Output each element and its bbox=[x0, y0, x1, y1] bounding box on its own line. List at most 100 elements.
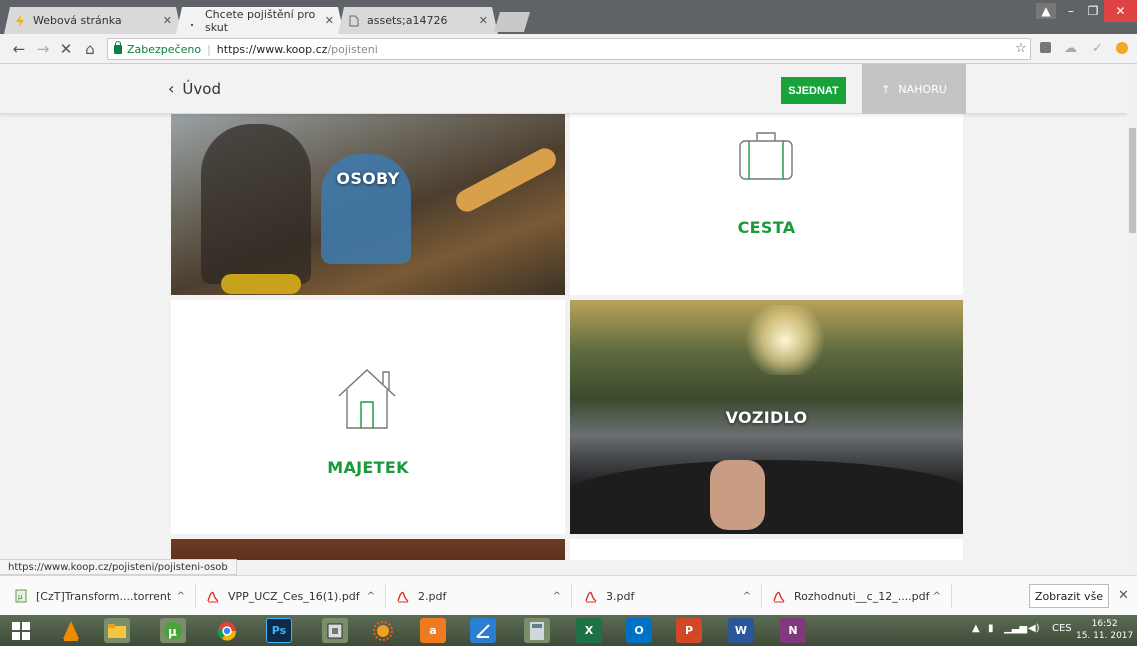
tile-partial-left[interactable] bbox=[171, 539, 565, 560]
clock-time: 16:52 bbox=[1091, 619, 1118, 629]
download-filename: 2.pdf bbox=[418, 589, 447, 603]
nahoru-label: NAHORU bbox=[898, 82, 947, 96]
window-close-button[interactable]: ✕ bbox=[1104, 0, 1137, 22]
forward-arrow-icon[interactable]: → bbox=[34, 40, 52, 58]
tab-koop-pojisteni[interactable]: Chcete pojištění pro skut ✕ bbox=[176, 7, 344, 34]
separator: | bbox=[207, 42, 211, 56]
pdf-tool-icon[interactable] bbox=[470, 618, 496, 643]
svg-text:µ: µ bbox=[18, 593, 23, 601]
tile-label-osoby: OSOBY bbox=[336, 169, 400, 188]
network-icon[interactable]: ▮ bbox=[988, 623, 994, 634]
chevron-left-icon: ‹ bbox=[168, 79, 175, 98]
signal-icon[interactable]: ▁▃▅ bbox=[1004, 623, 1027, 634]
word-icon[interactable]: W bbox=[728, 618, 754, 643]
loading-icon bbox=[186, 15, 198, 27]
alert-icon[interactable] bbox=[1116, 42, 1128, 54]
download-filename: 3.pdf bbox=[606, 589, 635, 603]
secure-indicator[interactable]: Zabezpečeno bbox=[114, 40, 202, 56]
scrollbar-thumb[interactable] bbox=[1129, 128, 1136, 233]
url-path: /pojisteni bbox=[327, 42, 378, 56]
pdf-file-icon bbox=[772, 589, 786, 603]
page-top-bar: ‹ Úvod SJEDNAT ↑ NAHORU bbox=[0, 64, 1127, 114]
profile-icon[interactable]: ▲ bbox=[1036, 3, 1056, 19]
chevron-up-icon[interactable]: ^ bbox=[933, 591, 941, 602]
back-arrow-icon[interactable]: ← bbox=[10, 40, 28, 58]
pdf-file-icon bbox=[584, 589, 598, 603]
maximize-button[interactable]: ❐ bbox=[1082, 0, 1104, 22]
vlc-icon[interactable] bbox=[58, 618, 84, 643]
powerpoint-icon[interactable]: P bbox=[676, 618, 702, 643]
close-icon[interactable]: ✕ bbox=[479, 14, 488, 27]
house-icon bbox=[335, 364, 399, 434]
new-tab-button[interactable] bbox=[494, 12, 530, 32]
download-item[interactable]: 3.pdf ^ bbox=[578, 584, 762, 608]
outlook-icon[interactable]: O bbox=[626, 618, 652, 643]
pdf-file-icon bbox=[396, 589, 410, 603]
stop-icon[interactable]: ✕ bbox=[57, 40, 75, 58]
avast-icon[interactable]: a bbox=[420, 618, 446, 643]
download-bar: µ [CzT]Transform....torrent ^ VPP_UCZ_Ce… bbox=[0, 575, 1137, 615]
tab-webova-stranka[interactable]: Webová stránka ✕ bbox=[4, 7, 182, 34]
extension-icon[interactable] bbox=[1040, 42, 1051, 53]
close-icon[interactable]: ✕ bbox=[1118, 588, 1129, 603]
show-all-downloads-button[interactable]: Zobrazit vše bbox=[1029, 584, 1109, 608]
windows-start-icon[interactable] bbox=[8, 618, 34, 643]
onenote-icon[interactable]: N bbox=[780, 618, 806, 643]
tab-label: Chcete pojištění pro skut bbox=[205, 7, 316, 34]
status-url: https://www.koop.cz/pojisteni/pojisteni-… bbox=[0, 559, 237, 575]
windows-taskbar: µ Ps a X O P W N ▲ ▮ ▁▃▅ ◀) CES 16:52 15… bbox=[0, 615, 1137, 646]
torrent-file-icon: µ bbox=[14, 589, 28, 603]
tray-expand-icon[interactable]: ▲ bbox=[972, 623, 980, 634]
window-app-icon[interactable] bbox=[322, 618, 348, 643]
tile-osoby[interactable]: OSOBY bbox=[171, 114, 565, 295]
tab-label: Webová stránka bbox=[33, 14, 122, 27]
bookmark-star-icon[interactable]: ☆ bbox=[1015, 41, 1027, 56]
system-clock[interactable]: 16:52 15. 11. 2017 bbox=[1076, 618, 1133, 642]
arrow-up-icon: ↑ bbox=[881, 82, 891, 96]
pdf-file-icon bbox=[206, 589, 220, 603]
tab-assets[interactable]: assets;a14726 ✕ bbox=[338, 7, 498, 34]
document-icon bbox=[348, 15, 360, 27]
excel-icon[interactable]: X bbox=[576, 618, 602, 643]
minimize-button[interactable]: – bbox=[1060, 0, 1082, 22]
url-host: https://www.koop.cz bbox=[216, 42, 328, 56]
calculator-icon[interactable] bbox=[524, 618, 550, 643]
file-explorer-icon[interactable] bbox=[104, 618, 130, 643]
download-item[interactable]: µ [CzT]Transform....torrent ^ bbox=[8, 584, 196, 608]
tile-cesta[interactable]: CESTA bbox=[570, 114, 963, 295]
chevron-up-icon[interactable]: ^ bbox=[553, 591, 561, 602]
clock-date: 15. 11. 2017 bbox=[1076, 631, 1134, 641]
volume-icon[interactable]: ◀) bbox=[1028, 623, 1040, 634]
svg-text:µ: µ bbox=[168, 625, 177, 639]
back-label: Úvod bbox=[182, 79, 221, 98]
tile-label-vozidlo: VOZIDLO bbox=[725, 408, 808, 427]
sjednat-button[interactable]: SJEDNAT bbox=[781, 77, 846, 104]
back-link[interactable]: ‹ Úvod bbox=[168, 79, 221, 98]
chrome-icon[interactable] bbox=[214, 618, 240, 643]
language-indicator[interactable]: CES bbox=[1052, 623, 1072, 634]
nahoru-button[interactable]: ↑ NAHORU bbox=[862, 64, 966, 114]
photoshop-icon[interactable]: Ps bbox=[266, 618, 292, 643]
home-icon[interactable]: ⌂ bbox=[81, 40, 99, 58]
cloud-icon[interactable]: ☁ bbox=[1064, 41, 1077, 56]
sun-app-icon[interactable] bbox=[370, 618, 396, 643]
download-item[interactable]: Rozhodnuti__c_12_....pdf ^ bbox=[766, 584, 952, 608]
download-item[interactable]: VPP_UCZ_Ces_16(1).pdf ^ bbox=[200, 584, 386, 608]
tile-partial-right[interactable] bbox=[570, 539, 963, 560]
web-page: ‹ Úvod SJEDNAT ↑ NAHORU OSOBY CESTA MAJE… bbox=[0, 64, 1127, 560]
chevron-up-icon[interactable]: ^ bbox=[743, 591, 751, 602]
close-icon[interactable]: ✕ bbox=[163, 14, 172, 27]
close-icon[interactable]: ✕ bbox=[325, 14, 334, 27]
address-bar[interactable]: Zabezpečeno | https://www.koop.cz /pojis… bbox=[107, 38, 1031, 60]
tile-vozidlo[interactable]: VOZIDLO bbox=[570, 300, 963, 534]
chevron-up-icon[interactable]: ^ bbox=[177, 591, 185, 602]
download-filename: [CzT]Transform....torrent bbox=[36, 589, 172, 603]
secure-label: Zabezpečeno bbox=[127, 42, 202, 56]
download-item[interactable]: 2.pdf ^ bbox=[390, 584, 572, 608]
chevron-up-icon[interactable]: ^ bbox=[367, 591, 375, 602]
check-icon[interactable]: ✓ bbox=[1092, 41, 1103, 56]
tile-majetek[interactable]: MAJETEK bbox=[171, 300, 565, 534]
utorrent-icon[interactable]: µ bbox=[160, 618, 186, 643]
tile-label-cesta: CESTA bbox=[737, 218, 796, 237]
browser-tab-strip: Webová stránka ✕ Chcete pojištění pro sk… bbox=[0, 0, 1137, 34]
